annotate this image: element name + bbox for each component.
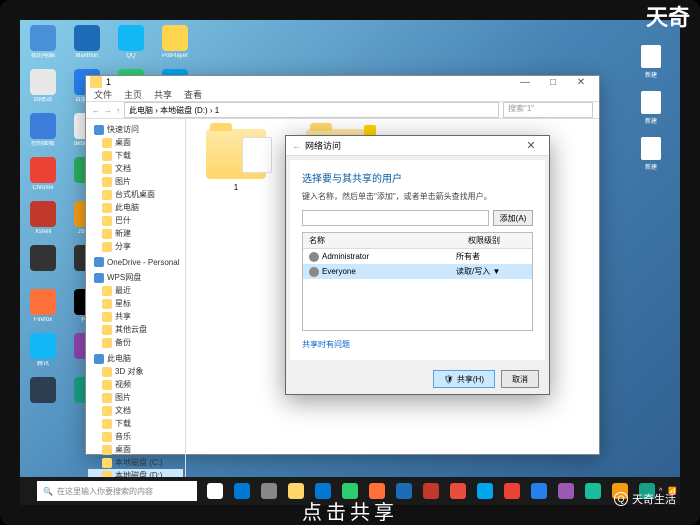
ribbon-tab[interactable]: 主页 [124,88,142,101]
nav-header[interactable]: WPS网盘 [88,271,183,284]
desktop-icon[interactable]: 回收站 [25,69,61,111]
user-input[interactable] [302,210,489,226]
desktop-icon[interactable]: 我的电脑 [25,25,61,67]
nav-header[interactable]: 此电脑 [88,352,183,365]
ribbon-tab[interactable]: 查看 [184,88,202,101]
nav-item[interactable]: 音乐 [88,430,183,443]
back-button[interactable]: ← [92,106,100,115]
dialog-titlebar[interactable]: ← 网络访问 ✕ [286,136,549,156]
address-bar-row: ← → ↑ 此电脑 › 本地磁盘 (D:) › 1 搜索"1" [86,102,599,119]
col-perm[interactable]: 权限级别 [462,233,532,248]
nav-item[interactable]: 下载 [88,149,183,162]
desktop-file[interactable]: 新建 [637,137,665,171]
nav-item[interactable]: 分享 [88,240,183,253]
nav-item[interactable]: 文档 [88,404,183,417]
user-row[interactable]: Administrator所有者 [303,249,532,264]
window-title: 1 [106,77,111,87]
folder-icon [90,76,102,88]
explorer-ribbon: 文件主页共享查看 [86,88,599,102]
nav-item[interactable]: 下载 [88,417,183,430]
explorer-titlebar[interactable]: 1 — □ ✕ [86,76,599,88]
explorer-search[interactable]: 搜索"1" [503,102,593,118]
close-icon[interactable]: ✕ [519,139,543,152]
nav-item[interactable]: 图片 [88,175,183,188]
nav-item[interactable]: 图片 [88,391,183,404]
nav-header[interactable]: OneDrive - Personal [88,256,183,268]
shield-icon: 🛡 [444,375,454,384]
add-button[interactable]: 添加(A) [493,210,533,226]
nav-item[interactable]: 备份 [88,336,183,349]
folder-item[interactable]: 1 [196,129,276,224]
nav-item[interactable]: 本地磁盘 (C:) [88,456,183,469]
user-icon [309,267,319,277]
caption: 点击共享 [0,495,700,525]
user-row[interactable]: Everyone读取/写入 ▼ [303,264,532,279]
ribbon-tab[interactable]: 共享 [154,88,172,101]
nav-item[interactable]: 其他云盘 [88,323,183,336]
back-arrow-icon[interactable]: ← [292,141,301,151]
desktop-icon[interactable] [25,377,61,419]
dialog-heading: 选择要与其共享的用户 [302,170,533,185]
desktop-icon[interactable]: PotPlayer [157,25,193,67]
nav-item[interactable]: 星标 [88,297,183,310]
address-bar[interactable]: 此电脑 › 本地磁盘 (D:) › 1 [124,102,499,118]
close-button[interactable]: ✕ [567,77,595,88]
desktop-icon[interactable]: Chrome [25,157,61,199]
nav-header[interactable]: 快速访问 [88,123,183,136]
user-icon [309,252,319,262]
explorer-nav-pane: 快速访问桌面下载文档图片台式机桌面此电脑巴什新建分享OneDrive - Per… [86,119,186,505]
watermark-top: 天奇 [646,0,690,32]
desktop-icon[interactable] [25,245,61,287]
desktop-icon[interactable]: 腾讯 [25,333,61,375]
dialog-title: 网络访问 [305,139,341,152]
nav-item[interactable]: 桌面 [88,443,183,456]
col-name[interactable]: 名称 [303,233,462,248]
nav-item[interactable]: 最近 [88,284,183,297]
network-share-dialog: ← 网络访问 ✕ 选择要与其共享的用户 键入名称，然后单击"添加"，或者单击箭头… [285,135,550,395]
user-list: 名称 权限级别 Administrator所有者Everyone读取/写入 ▼ [302,232,533,331]
ribbon-tab[interactable]: 文件 [94,88,112,101]
nav-item[interactable]: 此电脑 [88,201,183,214]
help-link[interactable]: 共享时有问题 [302,339,533,350]
desktop-icon[interactable]: Maxthon [69,25,105,67]
maximize-button[interactable]: □ [539,77,567,88]
nav-item[interactable]: 新建 [88,227,183,240]
nav-item[interactable]: 巴什 [88,214,183,227]
nav-item[interactable]: 视频 [88,378,183,391]
desktop-file[interactable]: 新建 [637,45,665,79]
share-button[interactable]: 🛡 共享(H) [433,370,495,388]
desktop-icon[interactable]: 控制面板 [25,113,61,155]
minimize-button[interactable]: — [511,77,539,88]
nav-item[interactable]: 桌面 [88,136,183,149]
desktop-file[interactable]: 新建 [637,91,665,125]
up-button[interactable]: ↑ [116,106,120,115]
desktop-icon[interactable]: Xshell [25,201,61,243]
nav-item[interactable]: 3D 对象 [88,365,183,378]
nav-item[interactable]: 文档 [88,162,183,175]
desktop-icon[interactable]: Firefox [25,289,61,331]
nav-item[interactable]: 台式机桌面 [88,188,183,201]
nav-item[interactable]: 共享 [88,310,183,323]
desktop-icon[interactable]: QQ [113,25,149,67]
dialog-subtext: 键入名称，然后单击"添加"，或者单击箭头查找用户。 [302,191,533,202]
forward-button[interactable]: → [104,106,112,115]
cancel-button[interactable]: 取消 [501,370,539,388]
